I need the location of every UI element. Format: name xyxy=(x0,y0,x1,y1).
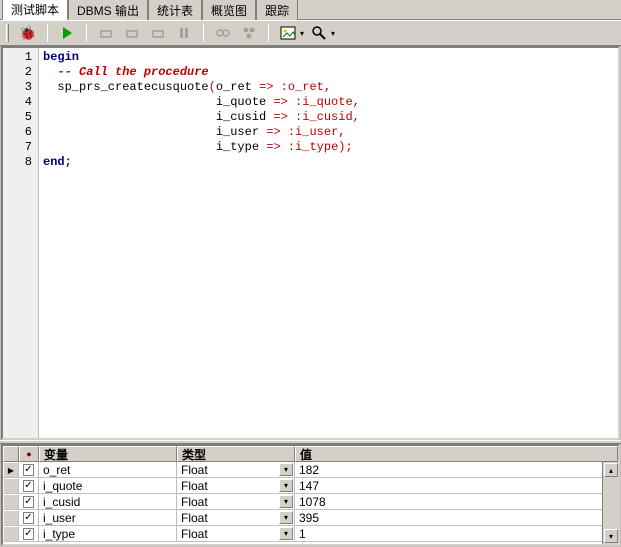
row-pointer xyxy=(3,510,19,526)
code-editor[interactable]: 12345678 begin -- Call the procedure sp_… xyxy=(1,46,620,440)
vertical-scrollbar[interactable]: ▴ ▾ xyxy=(602,462,618,544)
enabled-checkbox[interactable]: ✓ xyxy=(19,526,39,542)
variable-row[interactable]: ✓o_retFloat▾182⋯ xyxy=(3,462,618,478)
scroll-down-icon[interactable]: ▾ xyxy=(604,529,618,543)
step-out-icon[interactable] xyxy=(121,22,143,44)
tab-dbms-output[interactable]: DBMS 输出 xyxy=(68,0,148,20)
watch-icon[interactable] xyxy=(212,22,234,44)
variable-row[interactable]: ✓i_quoteFloat▾147⋯ xyxy=(3,478,618,494)
variable-row[interactable]: ✓i_cusidFloat▾1078⋯ xyxy=(3,494,618,510)
line-number-gutter: 12345678 xyxy=(3,48,39,438)
var-type-cell[interactable]: Float▾ xyxy=(177,526,295,542)
toolbar-separator xyxy=(47,24,48,42)
tab-test-script[interactable]: 测试脚本 xyxy=(2,0,68,20)
run-icon[interactable] xyxy=(56,22,78,44)
toolbar: 🐞 ▾ ▾ xyxy=(0,20,621,46)
step-into-icon[interactable]: 🐞 xyxy=(17,22,39,44)
zoom-dropdown[interactable]: ▾ xyxy=(308,22,335,44)
code-area[interactable]: begin -- Call the procedure sp_prs_creat… xyxy=(39,48,618,438)
tab-statistics[interactable]: 统计表 xyxy=(148,0,202,20)
var-name-cell[interactable]: i_quote xyxy=(39,478,177,494)
variable-row[interactable]: ✓i_userFloat▾395⋯ xyxy=(3,510,618,526)
tab-bar: 测试脚本 DBMS 输出 统计表 概览图 跟踪 xyxy=(0,0,621,20)
toolbar-separator xyxy=(203,24,204,42)
toolbar-separator xyxy=(268,24,269,42)
col-header-type[interactable]: 类型 xyxy=(177,446,295,462)
var-type-cell[interactable]: Float▾ xyxy=(177,494,295,510)
toolbar-separator xyxy=(86,24,87,42)
run-to-cursor-icon[interactable] xyxy=(147,22,169,44)
var-value-cell[interactable]: 1⋯ xyxy=(295,526,618,542)
step-over-icon[interactable] xyxy=(95,22,117,44)
variables-header: 变量 类型 值 xyxy=(3,446,618,462)
row-indicator-header xyxy=(3,446,19,462)
tab-trace[interactable]: 跟踪 xyxy=(256,0,298,20)
var-type-cell[interactable]: Float▾ xyxy=(177,462,295,478)
row-pointer xyxy=(3,526,19,542)
var-name-cell[interactable]: i_type xyxy=(39,526,177,542)
var-value-cell[interactable]: 147⋯ xyxy=(295,478,618,494)
chevron-down-icon[interactable]: ▾ xyxy=(279,495,293,508)
scroll-up-icon[interactable]: ▴ xyxy=(604,463,618,477)
var-value-cell[interactable]: 182⋯ xyxy=(295,462,618,478)
tab-overview[interactable]: 概览图 xyxy=(202,0,256,20)
enabled-header-icon xyxy=(19,446,39,462)
row-pointer xyxy=(3,494,19,510)
breakpoints-icon[interactable] xyxy=(238,22,260,44)
var-name-cell[interactable]: i_user xyxy=(39,510,177,526)
chevron-down-icon: ▾ xyxy=(331,29,335,38)
variables-panel: 变量 类型 值 ✓o_retFloat▾182⋯✓i_quoteFloat▾14… xyxy=(1,444,620,546)
col-header-name[interactable]: 变量 xyxy=(39,446,177,462)
variable-row[interactable]: ✓i_typeFloat▾1⋯ xyxy=(3,526,618,542)
chevron-down-icon[interactable]: ▾ xyxy=(279,511,293,524)
enabled-checkbox[interactable]: ✓ xyxy=(19,478,39,494)
chevron-down-icon: ▾ xyxy=(300,29,304,38)
var-name-cell[interactable]: i_cusid xyxy=(39,494,177,510)
image-icon xyxy=(277,22,299,44)
enabled-checkbox[interactable]: ✓ xyxy=(19,494,39,510)
image-dropdown[interactable]: ▾ xyxy=(277,22,304,44)
var-type-cell[interactable]: Float▾ xyxy=(177,510,295,526)
var-value-cell[interactable]: 1078⋯ xyxy=(295,494,618,510)
var-type-cell[interactable]: Float▾ xyxy=(177,478,295,494)
col-header-value[interactable]: 值 xyxy=(295,446,618,462)
pause-icon[interactable] xyxy=(173,22,195,44)
row-pointer xyxy=(3,478,19,494)
var-name-cell[interactable]: o_ret xyxy=(39,462,177,478)
enabled-checkbox[interactable]: ✓ xyxy=(19,462,39,478)
enabled-checkbox[interactable]: ✓ xyxy=(19,510,39,526)
row-pointer xyxy=(3,462,19,478)
var-value-cell[interactable]: 395⋯ xyxy=(295,510,618,526)
toolbar-grip[interactable] xyxy=(6,24,9,42)
chevron-down-icon[interactable]: ▾ xyxy=(279,527,293,540)
chevron-down-icon[interactable]: ▾ xyxy=(279,463,293,476)
magnifier-icon xyxy=(308,22,330,44)
chevron-down-icon[interactable]: ▾ xyxy=(279,479,293,492)
